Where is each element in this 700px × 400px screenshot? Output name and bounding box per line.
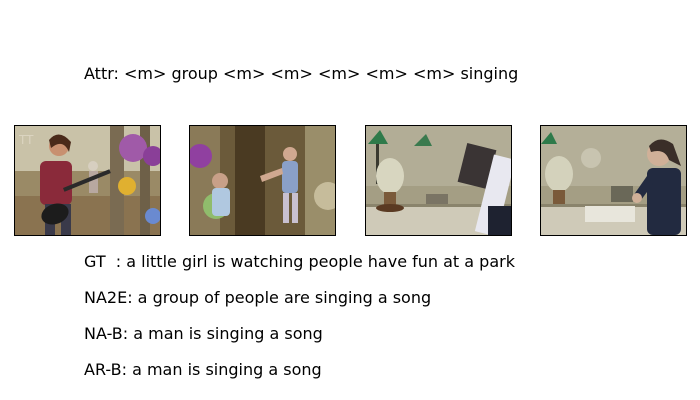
na2e-caption: NA2E: a group of people are singing a so… [84, 288, 432, 307]
na-b-caption: NA-B: a man is singing a song [84, 324, 323, 343]
video-frame-1: TT [14, 125, 161, 236]
desk-lamp-room-frame-icon [366, 126, 511, 235]
woman-guitar-park-frame-icon: TT [15, 126, 160, 235]
woman-at-desk-frame-icon [541, 126, 686, 235]
video-frame-4 [540, 125, 687, 236]
video-frame-3 [365, 125, 512, 236]
svg-text:TT: TT [18, 133, 34, 147]
ar-b-caption: AR-B: a man is singing a song [84, 360, 322, 379]
video-frame-2 [189, 125, 336, 236]
ground-truth-caption: GT : a little girl is watching people ha… [84, 252, 515, 271]
children-playing-park-frame-icon [190, 126, 335, 235]
attribute-sequence-text: Attr: <m> group <m> <m> <m> <m> <m> sing… [84, 64, 519, 83]
